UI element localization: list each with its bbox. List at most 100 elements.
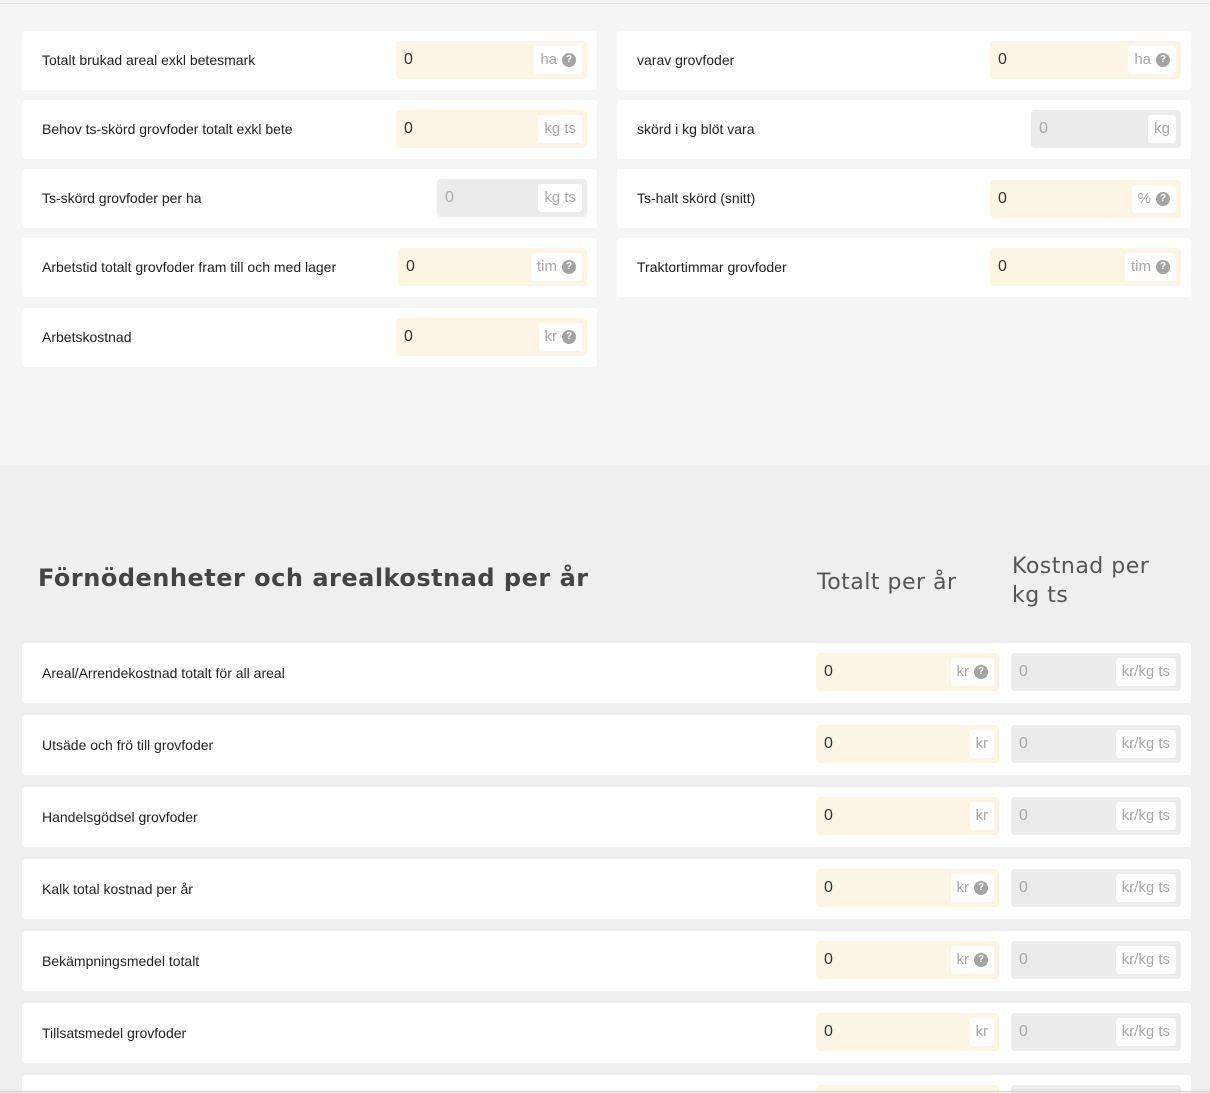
unit-badge: tim? <box>531 253 582 281</box>
field-label: Totalt brukad areal exkl betesmark <box>42 52 256 68</box>
row-label: Kalk total kostnad per år <box>42 881 193 897</box>
question-circle-icon[interactable]: ? <box>1156 53 1170 67</box>
unit-badge: tim? <box>1125 253 1176 281</box>
unit-badge: kr/kg ts <box>1115 1018 1176 1046</box>
unit-badge: ha? <box>1128 46 1176 74</box>
field-card-varav-grovfoder: varav grovfoder 0 ha? <box>617 31 1191 90</box>
field-label: Arbetstid totalt grovfoder fram till och… <box>42 259 337 275</box>
output-value: 0 <box>1019 663 1028 680</box>
field-label: Ts-halt skörd (snitt) <box>637 190 756 206</box>
question-circle-icon[interactable]: ? <box>1156 192 1170 206</box>
cost-row-utsade: Utsäde och frö till grovfoder 0 kr 0 kr/… <box>22 715 1191 775</box>
unit-badge: kr? <box>950 946 994 974</box>
row-label: Bekämpningsmedel totalt <box>42 953 200 969</box>
field-label: Ts-skörd grovfoder per ha <box>42 190 202 206</box>
cost-row-handelsgodsel: Handelsgödsel grovfoder 0 kr 0 kr/kg ts <box>22 787 1191 847</box>
column-header-per-kg: Kostnad per kg ts <box>1012 554 1150 608</box>
field-card-arbetskostnad: Arbetskostnad 0 kr? <box>22 308 597 367</box>
input-value[interactable]: 0 <box>824 797 833 835</box>
column-header-total: Totalt per år <box>817 570 957 595</box>
per-kg-output: 0 kr/kg ts <box>1011 941 1181 979</box>
unit-badge: %? <box>1131 185 1176 213</box>
output-value: 0 <box>1019 879 1028 896</box>
input-value[interactable]: 0 <box>998 41 1007 79</box>
question-circle-icon[interactable]: ? <box>562 53 576 67</box>
input-value[interactable]: 0 <box>406 248 415 286</box>
question-circle-icon[interactable]: ? <box>1156 260 1170 274</box>
question-circle-icon[interactable]: ? <box>974 665 988 679</box>
total-input[interactable]: 0 kr? <box>816 869 999 907</box>
unit-badge: kg ts <box>538 115 582 143</box>
total-input[interactable]: 0 kr <box>816 797 999 835</box>
per-kg-output: 0 kr/kg ts <box>1011 797 1181 835</box>
per-kg-output: 0 kr/kg ts <box>1011 869 1181 907</box>
unit-badge: kr/kg ts <box>1115 874 1176 902</box>
total-input[interactable]: 0 kr <box>816 1013 999 1051</box>
traktortimmar-input[interactable]: 0 tim? <box>990 248 1181 286</box>
input-value[interactable]: 0 <box>998 180 1007 218</box>
cost-row-areal-arrende: Areal/Arrendekostnad totalt för all area… <box>22 643 1191 703</box>
ts-skord-per-ha-output: 0 kg ts <box>437 179 587 217</box>
unit-badge: kr/kg ts <box>1115 802 1176 830</box>
row-label: Areal/Arrendekostnad totalt för all area… <box>42 665 285 681</box>
field-label: Behov ts-skörd grovfoder totalt exkl bet… <box>42 121 293 137</box>
arbetskostnad-input[interactable]: 0 kr? <box>396 318 587 356</box>
row-label: Handelsgödsel grovfoder <box>42 809 198 825</box>
cost-row-kalk: Kalk total kostnad per år 0 kr? 0 kr/kg … <box>22 859 1191 919</box>
cost-row-bekampningsmedel: Bekämpningsmedel totalt 0 kr? 0 kr/kg ts <box>22 931 1191 991</box>
question-circle-icon[interactable]: ? <box>974 881 988 895</box>
output-value: 0 <box>1019 1023 1028 1040</box>
unit-badge: kr? <box>950 658 994 686</box>
unit-badge: kr/kg ts <box>1115 730 1176 758</box>
question-circle-icon[interactable]: ? <box>974 953 988 967</box>
unit-badge: kr? <box>950 874 994 902</box>
unit-badge: kr <box>969 802 994 830</box>
total-input[interactable]: 0 kr? <box>816 941 999 979</box>
row-label: Utsäde och frö till grovfoder <box>42 737 214 753</box>
output-value: 0 <box>1019 807 1028 824</box>
field-card-skord-blot-vara: skörd i kg blöt vara 0 kg <box>617 100 1191 159</box>
question-circle-icon[interactable]: ? <box>562 330 576 344</box>
input-value[interactable]: 0 <box>824 725 833 763</box>
cost-row-tillsatsmedel: Tillsatsmedel grovfoder 0 kr 0 kr/kg ts <box>22 1003 1191 1063</box>
input-value[interactable]: 0 <box>404 110 413 148</box>
field-label: skörd i kg blöt vara <box>637 121 755 137</box>
unit-badge: kr <box>969 1018 994 1046</box>
output-value: 0 <box>1039 120 1048 137</box>
output-value: 0 <box>1019 951 1028 968</box>
total-input[interactable]: 0 kr? <box>816 653 999 691</box>
input-value[interactable]: 0 <box>404 41 413 79</box>
section-title: Förnödenheter och arealkostnad per år <box>38 564 589 592</box>
field-card-ts-skord-per-ha: Ts-skörd grovfoder per ha 0 kg ts <box>22 169 597 228</box>
question-circle-icon[interactable]: ? <box>562 260 576 274</box>
field-label: Arbetskostnad <box>42 329 132 345</box>
row-label: Tillsatsmedel grovfoder <box>42 1025 187 1041</box>
per-kg-output: 0 kr/kg ts <box>1011 725 1181 763</box>
unit-badge: kg <box>1148 115 1176 143</box>
field-card-arbetstid: Arbetstid totalt grovfoder fram till och… <box>22 238 597 297</box>
ts-halt-input[interactable]: 0 %? <box>990 180 1181 218</box>
skord-blot-vara-output: 0 kg <box>1031 110 1181 148</box>
behov-ts-skord-input[interactable]: 0 kg ts <box>396 110 587 148</box>
per-kg-output: 0 kr/kg ts <box>1011 653 1181 691</box>
field-label: Traktortimmar grovfoder <box>637 259 787 275</box>
unit-badge: kg ts <box>538 184 582 212</box>
input-value[interactable]: 0 <box>824 941 833 979</box>
areal-input[interactable]: 0 ha? <box>396 41 587 79</box>
per-kg-output: 0 kr/kg ts <box>1011 1013 1181 1051</box>
input-value[interactable]: 0 <box>824 1013 833 1051</box>
total-input[interactable]: 0 kr <box>816 725 999 763</box>
field-label: varav grovfoder <box>637 52 735 68</box>
input-value[interactable]: 0 <box>824 653 833 691</box>
varav-grovfoder-input[interactable]: 0 ha? <box>990 41 1181 79</box>
input-value[interactable]: 0 <box>404 318 413 356</box>
unit-badge: kr? <box>538 323 582 351</box>
input-value[interactable]: 0 <box>824 869 833 907</box>
bottom-divider <box>0 1091 1210 1092</box>
field-card-ts-halt: Ts-halt skörd (snitt) 0 %? <box>617 169 1191 228</box>
input-value[interactable]: 0 <box>998 248 1007 286</box>
output-value: 0 <box>1019 735 1028 752</box>
top-divider <box>0 3 1210 4</box>
field-card-behov-ts-skord: Behov ts-skörd grovfoder totalt exkl bet… <box>22 100 597 159</box>
arbetstid-input[interactable]: 0 tim? <box>398 248 587 286</box>
